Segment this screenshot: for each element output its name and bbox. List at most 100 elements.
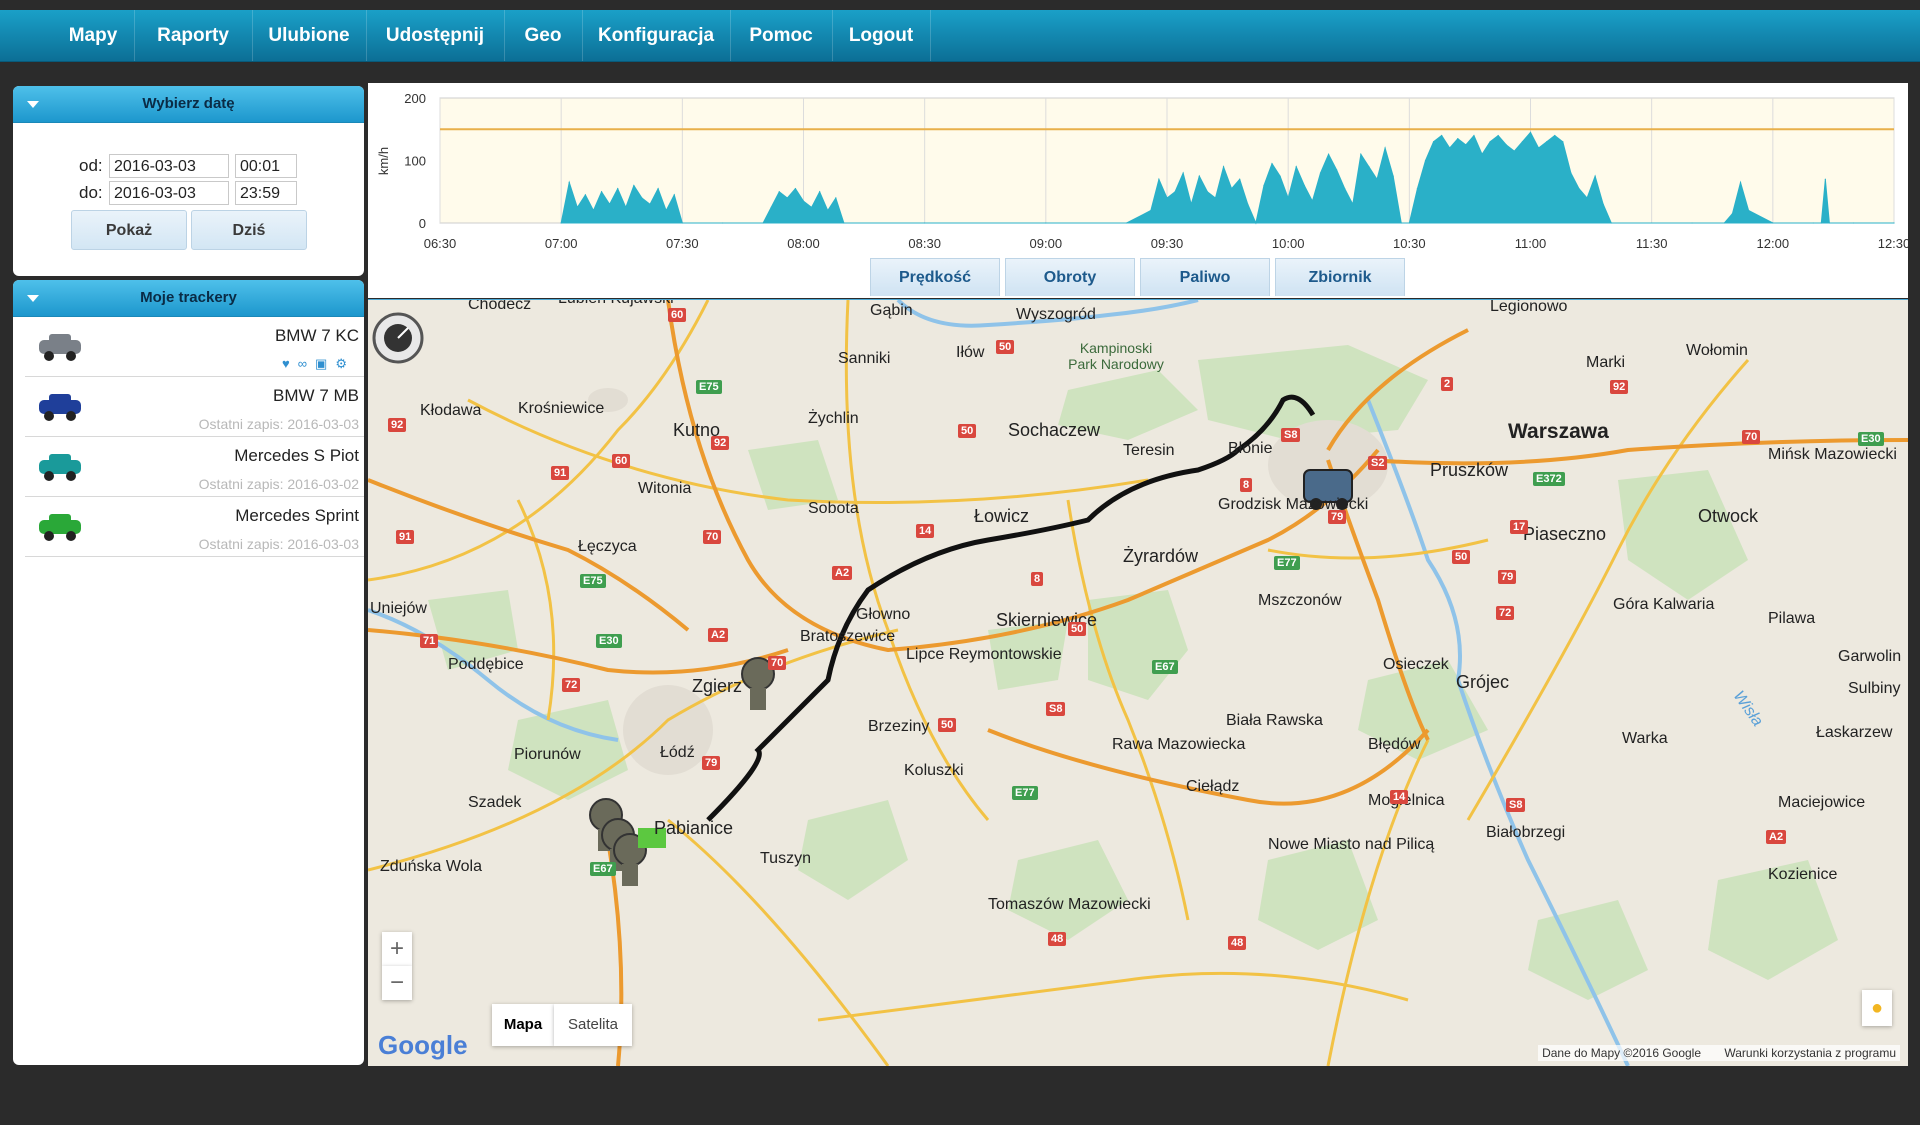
map-place-label: Osieczek: [1383, 656, 1449, 673]
speed-point: [1150, 209, 1152, 212]
nav-udostepnij[interactable]: Udostępnij: [366, 10, 505, 61]
date-panel: Wybierz datę od: 2016-03-03 00:01 do: 20…: [13, 86, 364, 276]
speed-point: [633, 184, 635, 187]
map-place-label: Piorunów: [514, 746, 581, 763]
x-tick-label: 11:00: [1515, 236, 1547, 251]
date-panel-header[interactable]: Wybierz datę: [13, 86, 364, 123]
collapse-icon[interactable]: [27, 295, 39, 302]
trackers-panel-header[interactable]: Moje trackery: [13, 280, 364, 317]
pegman-icon[interactable]: ●: [1862, 990, 1892, 1026]
collapse-icon[interactable]: [27, 101, 39, 108]
road-number-badge: S2: [1368, 456, 1388, 470]
x-tick-label: 07:30: [666, 236, 699, 251]
road-number-badge: 92: [388, 418, 407, 432]
zoom-out-button[interactable]: −: [382, 966, 412, 1000]
to-time-input[interactable]: 23:59: [235, 181, 297, 205]
nav-konfiguracja[interactable]: Konfiguracja: [582, 10, 731, 61]
tracker-name: Mercedes Sprint: [235, 506, 359, 525]
speed-point: [1820, 222, 1822, 224]
y-axis-label: km/h: [376, 147, 391, 175]
terms-link[interactable]: Warunki korzystania z programu: [1724, 1046, 1896, 1060]
speedometer-icon[interactable]: [372, 312, 424, 364]
nav-raporty[interactable]: Raporty: [134, 10, 253, 61]
speed-point: [1360, 153, 1362, 155]
speed-point: [1432, 141, 1435, 143]
speed-point: [1465, 144, 1467, 146]
speed-point: [1812, 222, 1814, 224]
road-number-badge: 70: [1742, 430, 1761, 444]
speed-point: [625, 206, 627, 208]
map-place-label: Legionowo: [1490, 299, 1568, 315]
nav-mapy[interactable]: Mapy: [52, 10, 135, 61]
calendar-icon[interactable]: ▣: [315, 356, 335, 371]
map-place-label: Kampinoski Park Narodowy: [1068, 340, 1164, 372]
road-number-badge: E67: [1152, 660, 1178, 674]
road-number-badge: 14: [916, 524, 935, 538]
speed-point: [1578, 188, 1580, 190]
road-number-badge: 92: [711, 436, 730, 450]
google-logo: Google: [378, 1030, 468, 1060]
road-number-badge: A2: [832, 566, 853, 580]
map-type-satellite-button[interactable]: Satelita: [554, 1004, 632, 1046]
road-number-badge: 79: [1328, 510, 1347, 524]
map-type-map-button[interactable]: Mapa: [492, 1004, 554, 1046]
map-place-label: Łaskarzew: [1816, 724, 1893, 741]
road-number-badge: 50: [996, 340, 1015, 354]
nav-geo[interactable]: Geo: [504, 10, 583, 61]
tracker-item[interactable]: BMW 7 KC ♥∞▣⚙: [25, 318, 364, 377]
speed-point: [584, 194, 586, 196]
speed-point: [1126, 222, 1128, 224]
speed-point: [1416, 188, 1419, 190]
tab-paliwo[interactable]: Paliwo: [1140, 258, 1270, 296]
zoom-in-button[interactable]: +: [382, 932, 412, 966]
link-icon[interactable]: ∞: [298, 356, 315, 371]
map-place-label: Tuszyn: [760, 850, 811, 867]
speed-point: [1562, 141, 1564, 143]
tab-obroty[interactable]: Obroty: [1005, 258, 1135, 296]
tracker-actions[interactable]: ♥∞▣⚙: [282, 356, 355, 372]
road-number-badge: E30: [596, 634, 622, 648]
speed-point: [1352, 203, 1354, 205]
map-place-label: Grójec: [1456, 672, 1510, 692]
map-place-label: Mszczonów: [1258, 592, 1342, 609]
to-date-input[interactable]: 2016-03-03: [109, 181, 229, 205]
tracker-item[interactable]: Mercedes S Piot Ostatni zapis: 2016-03-02: [25, 438, 364, 497]
show-button[interactable]: Pokaż: [71, 210, 187, 250]
map-place-label: Ciełądz: [1186, 778, 1240, 795]
speed-point: [1263, 184, 1265, 187]
speed-point: [1190, 203, 1192, 205]
nav-logout[interactable]: Logout: [832, 10, 931, 61]
map-place-label: Żychlin: [808, 410, 859, 427]
date-panel-title: Wybierz datę: [142, 95, 235, 112]
tracker-item[interactable]: Mercedes Sprint Ostatni zapis: 2016-03-03: [25, 498, 364, 557]
tab-predkosc[interactable]: Prędkość: [870, 258, 1000, 296]
x-tick-label: 10:30: [1393, 236, 1426, 251]
map-place-label: Chodecz: [468, 299, 532, 313]
today-button[interactable]: Dziś: [191, 210, 307, 250]
from-time-input[interactable]: 00:01: [235, 154, 297, 178]
road-number-badge: E30: [1858, 432, 1884, 446]
road-number-badge: 17: [1510, 520, 1529, 534]
map-place-label: Kozienice: [1768, 866, 1838, 883]
heart-icon[interactable]: ♥: [282, 356, 298, 371]
speed-point: [1303, 184, 1305, 187]
tab-zbiornik[interactable]: Zbiornik: [1275, 258, 1405, 296]
speed-point: [1182, 172, 1184, 174]
speed-point: [1336, 169, 1338, 171]
speed-point: [1400, 222, 1402, 224]
map-view[interactable]: Chodecz Lubień Kujawski Gąbin Wyszogród Legi…: [368, 299, 1908, 1066]
speed-point: [681, 222, 683, 224]
speed-point: [778, 191, 780, 193]
tracker-last-record: Ostatni zapis: 2016-03-02: [198, 476, 359, 492]
speed-point: [770, 206, 772, 208]
nav-ulubione[interactable]: Ulubione: [252, 10, 367, 61]
from-label: od:: [79, 156, 103, 175]
from-date-input[interactable]: 2016-03-03: [109, 154, 229, 178]
tracker-item[interactable]: BMW 7 MB Ostatni zapis: 2016-03-03: [25, 378, 364, 437]
speed-point: [1319, 172, 1322, 174]
speed-point: [1174, 191, 1176, 193]
tracker-last-record: Ostatni zapis: 2016-03-03: [198, 536, 359, 552]
map-place-label: Góra Kalwaria: [1613, 596, 1715, 613]
gear-icon[interactable]: ⚙: [335, 356, 355, 371]
nav-pomoc[interactable]: Pomoc: [730, 10, 833, 61]
